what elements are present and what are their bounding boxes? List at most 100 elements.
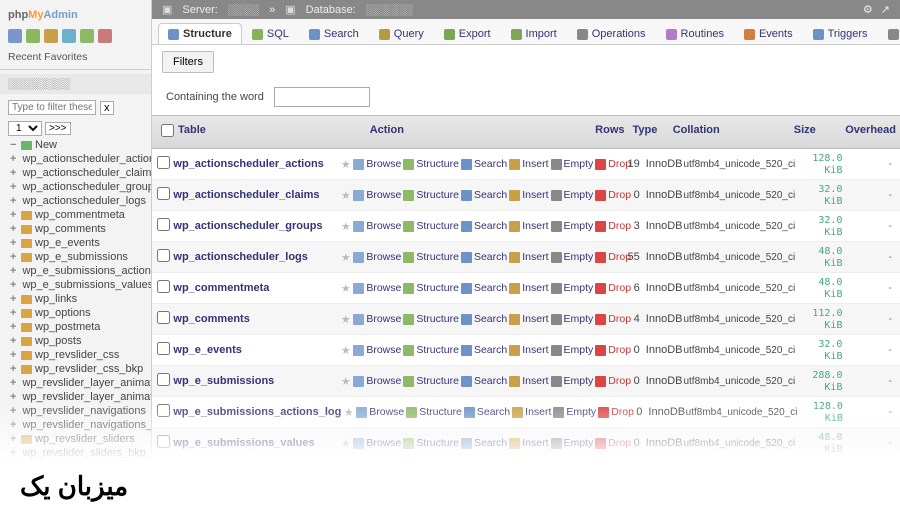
- action-search[interactable]: Search: [461, 251, 507, 263]
- action-empty[interactable]: Empty: [551, 189, 594, 201]
- tab-sql[interactable]: SQL: [242, 23, 299, 44]
- row-checkbox[interactable]: [157, 187, 170, 200]
- action-structure[interactable]: Structure: [403, 375, 459, 387]
- action-empty[interactable]: Empty: [551, 158, 594, 170]
- table-link[interactable]: wp_commentmeta: [173, 282, 269, 294]
- star-icon[interactable]: ★: [338, 282, 353, 295]
- star-icon[interactable]: ★: [338, 251, 353, 264]
- action-insert[interactable]: Insert: [509, 251, 548, 263]
- tab-routines[interactable]: Routines: [656, 23, 734, 44]
- star-icon[interactable]: ★: [338, 437, 353, 450]
- action-structure[interactable]: Structure: [403, 158, 459, 170]
- home-icon[interactable]: [8, 29, 22, 43]
- sidebar-db-header[interactable]: ░░░░░░░░: [0, 74, 151, 94]
- tree-item[interactable]: +wp_e_submissions_action: [0, 264, 151, 278]
- settings-icon[interactable]: [98, 29, 112, 43]
- table-link[interactable]: wp_actionscheduler_claims: [173, 189, 319, 201]
- tab-structure[interactable]: Structure: [158, 23, 242, 44]
- table-link[interactable]: wp_actionscheduler_logs: [173, 251, 307, 263]
- tab-operations[interactable]: Operations: [567, 23, 656, 44]
- tree-item[interactable]: +wp_revslider_css: [0, 348, 151, 362]
- action-empty[interactable]: Empty: [551, 437, 594, 449]
- action-insert[interactable]: Insert: [512, 406, 551, 418]
- action-insert[interactable]: Insert: [509, 344, 548, 356]
- action-insert[interactable]: Insert: [509, 313, 548, 325]
- star-icon[interactable]: ★: [338, 344, 353, 357]
- filter-input[interactable]: [274, 87, 370, 107]
- row-checkbox[interactable]: [157, 156, 170, 169]
- action-search[interactable]: Search: [461, 375, 507, 387]
- table-link[interactable]: wp_e_submissions_values: [173, 437, 314, 449]
- row-checkbox[interactable]: [157, 373, 170, 386]
- action-insert[interactable]: Insert: [509, 437, 548, 449]
- tab-triggers[interactable]: Triggers: [803, 23, 878, 44]
- tab-query[interactable]: Query: [369, 23, 434, 44]
- tab-export[interactable]: Export: [434, 23, 501, 44]
- action-browse[interactable]: Browse: [353, 251, 401, 263]
- table-link[interactable]: wp_actionscheduler_actions: [173, 158, 323, 170]
- tree-item[interactable]: +wp_revslider_css_bkp: [0, 362, 151, 376]
- filters-toggle[interactable]: Filters: [162, 51, 214, 73]
- new-table[interactable]: −New: [0, 138, 151, 152]
- tree-item[interactable]: +wp_options: [0, 306, 151, 320]
- action-browse[interactable]: Browse: [353, 189, 401, 201]
- star-icon[interactable]: ★: [338, 313, 353, 326]
- table-link[interactable]: wp_e_submissions: [173, 375, 274, 387]
- action-search[interactable]: Search: [461, 344, 507, 356]
- table-link[interactable]: wp_actionscheduler_groups: [173, 220, 322, 232]
- action-browse[interactable]: Browse: [353, 375, 401, 387]
- star-icon[interactable]: ★: [341, 406, 356, 419]
- docs-icon[interactable]: [62, 29, 76, 43]
- table-link[interactable]: wp_e_events: [173, 344, 241, 356]
- check-all[interactable]: [161, 124, 174, 137]
- tree-item[interactable]: +wp_revslider_navigations: [0, 404, 151, 418]
- action-empty[interactable]: Empty: [551, 344, 594, 356]
- gear-icon[interactable]: ⚙: [863, 3, 873, 16]
- action-empty[interactable]: Empty: [551, 220, 594, 232]
- action-search[interactable]: Search: [461, 220, 507, 232]
- tree-page-select[interactable]: 1: [8, 121, 42, 136]
- clear-filter-button[interactable]: x: [100, 101, 114, 115]
- action-structure[interactable]: Structure: [403, 220, 459, 232]
- action-structure[interactable]: Structure: [406, 406, 462, 418]
- tree-item[interactable]: +wp_actionscheduler_claim: [0, 166, 151, 180]
- table-link[interactable]: wp_e_submissions_actions_log: [173, 406, 341, 418]
- tree-item[interactable]: +wp_e_submissions: [0, 250, 151, 264]
- action-browse[interactable]: Browse: [353, 437, 401, 449]
- action-empty[interactable]: Empty: [551, 282, 594, 294]
- action-search[interactable]: Search: [464, 406, 510, 418]
- tab-events[interactable]: Events: [734, 23, 803, 44]
- tree-next-button[interactable]: >>>: [45, 122, 71, 135]
- tree-item[interactable]: +wp_postmeta: [0, 320, 151, 334]
- action-browse[interactable]: Browse: [353, 313, 401, 325]
- action-search[interactable]: Search: [461, 313, 507, 325]
- star-icon[interactable]: ★: [338, 375, 353, 388]
- action-insert[interactable]: Insert: [509, 375, 548, 387]
- tree-item[interactable]: +wp_revslider_navigations_: [0, 418, 151, 432]
- theme-icon[interactable]: [44, 29, 58, 43]
- table-link[interactable]: wp_comments: [173, 313, 249, 325]
- tree-item[interactable]: +wp_posts: [0, 334, 151, 348]
- tree-item[interactable]: +wp_revslider_sliders_bkp: [0, 446, 151, 460]
- action-browse[interactable]: Browse: [353, 344, 401, 356]
- action-structure[interactable]: Structure: [403, 437, 459, 449]
- reload-icon[interactable]: [80, 29, 94, 43]
- action-search[interactable]: Search: [461, 437, 507, 449]
- tree-item[interactable]: +wp_revslider_sliders: [0, 432, 151, 446]
- action-structure[interactable]: Structure: [403, 313, 459, 325]
- tree-item[interactable]: +wp_commentmeta: [0, 208, 151, 222]
- row-checkbox[interactable]: [157, 435, 170, 448]
- star-icon[interactable]: ★: [338, 220, 353, 233]
- row-checkbox[interactable]: [157, 311, 170, 324]
- action-structure[interactable]: Structure: [403, 282, 459, 294]
- refresh-icon[interactable]: [26, 29, 40, 43]
- tree-item[interactable]: +wp_revslider_layer_animat: [0, 376, 151, 390]
- tab-designer[interactable]: Designer: [878, 23, 900, 44]
- exit-icon[interactable]: ↗: [881, 3, 890, 16]
- sidebar-tabs[interactable]: Recent Favorites: [0, 49, 151, 69]
- tree-filter-input[interactable]: [8, 100, 96, 115]
- action-browse[interactable]: Browse: [356, 406, 404, 418]
- action-structure[interactable]: Structure: [403, 251, 459, 263]
- action-insert[interactable]: Insert: [509, 282, 548, 294]
- tree-item[interactable]: +wp_links: [0, 292, 151, 306]
